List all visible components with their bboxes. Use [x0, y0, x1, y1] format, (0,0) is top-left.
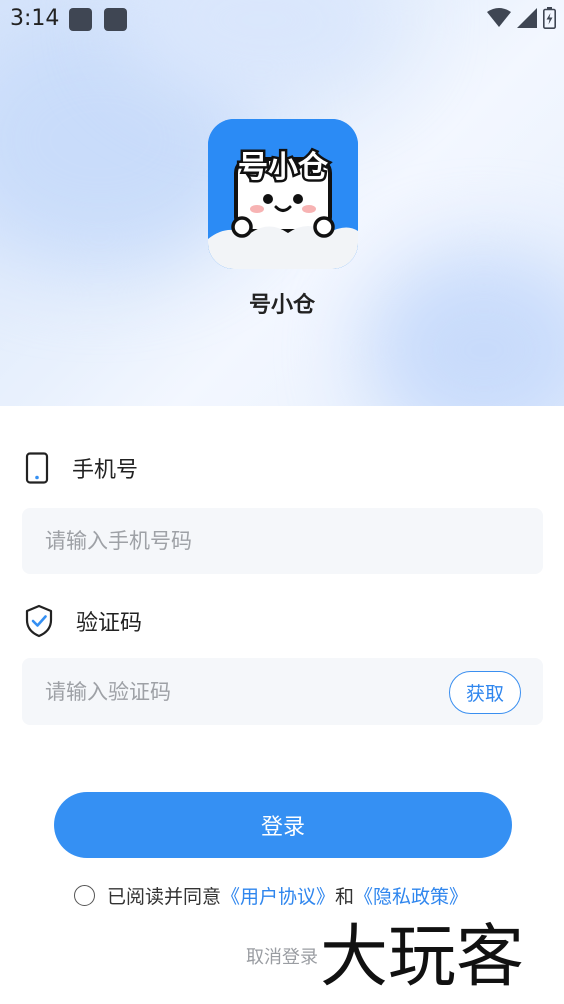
phone-icon: [25, 452, 49, 484]
agree-radio[interactable]: [74, 885, 95, 906]
phone-field[interactable]: [22, 508, 543, 574]
code-input[interactable]: [45, 658, 445, 725]
agreement-prefix: 已阅读并同意: [107, 886, 222, 908]
phone-label-row: 手机号: [24, 452, 138, 484]
phone-label: 手机号: [72, 458, 139, 483]
login-button[interactable]: 登录: [54, 792, 512, 858]
battery-icon: [543, 7, 556, 29]
signal-icon: [517, 8, 537, 28]
wifi-icon: [487, 8, 511, 27]
watermark-text: 大玩客: [320, 918, 524, 997]
notification-icon: [69, 8, 92, 31]
status-bar: 3:14: [0, 0, 564, 40]
status-time: 3:14: [10, 6, 60, 31]
code-label-row: 验证码: [24, 604, 142, 638]
app-name: 号小仓: [248, 293, 315, 318]
get-code-button[interactable]: 获取: [449, 671, 521, 714]
code-field[interactable]: 获取: [22, 658, 543, 725]
notification-icon: [104, 8, 127, 31]
app-logo: 号小仓: [208, 119, 358, 269]
phone-input[interactable]: [45, 508, 445, 574]
code-label: 验证码: [76, 611, 143, 636]
watermark: 大玩客: [317, 915, 527, 1000]
logo-text: 号小仓: [238, 150, 329, 185]
shield-check-icon: [25, 604, 53, 638]
